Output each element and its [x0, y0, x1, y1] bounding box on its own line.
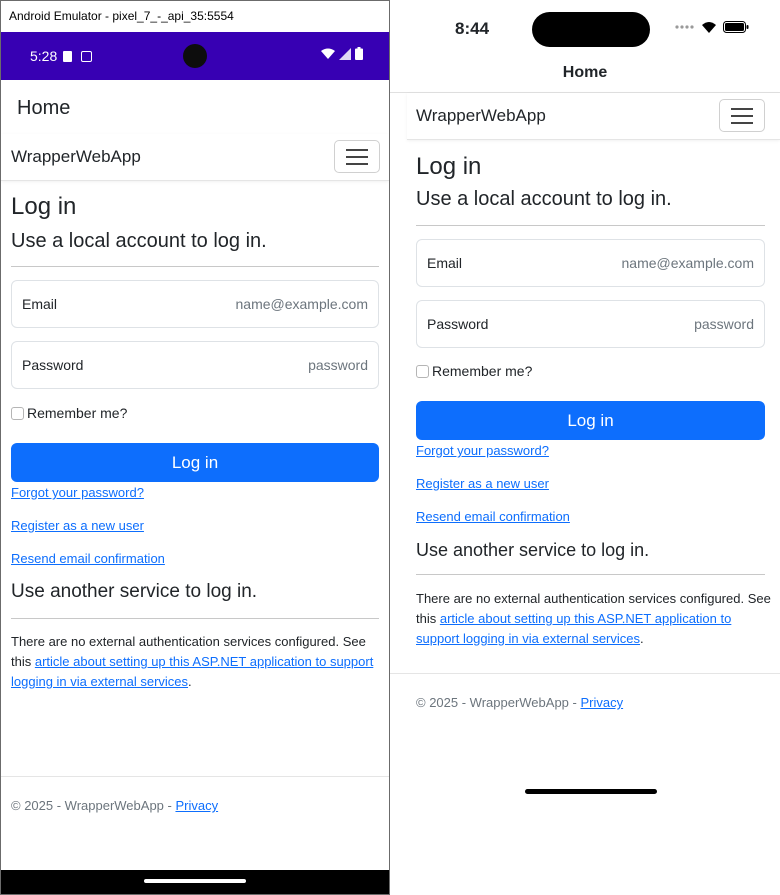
remember-me-checkbox[interactable]	[416, 364, 429, 378]
external-login-text: There are no external authentication ser…	[416, 589, 771, 649]
nav-title: Home	[562, 64, 608, 81]
web-navbar: WrapperWebApp	[407, 93, 780, 140]
signal-icon	[339, 47, 351, 60]
privacy-link[interactable]: Privacy	[175, 798, 218, 813]
page-title: Log in	[11, 193, 77, 220]
login-button[interactable]: Log in	[11, 443, 379, 482]
email-field[interactable]: Email name@example.com	[11, 280, 379, 328]
emulator-title-bar: Android Emulator - pixel_7_-_api_35:5554	[1, 1, 389, 32]
footer: © 2025 - WrapperWebApp - Privacy	[11, 798, 218, 813]
email-field[interactable]: Email name@example.com	[416, 239, 765, 287]
email-placeholder: name@example.com	[235, 296, 369, 312]
password-field[interactable]: Password password	[416, 300, 765, 348]
cellular-icon	[675, 25, 694, 29]
navbar-toggler-button[interactable]	[719, 99, 765, 132]
register-link[interactable]: Register as a new user	[416, 476, 549, 491]
web-navbar: WrapperWebApp	[1, 134, 389, 181]
navbar-toggler-button[interactable]	[334, 140, 380, 173]
email-label: Email	[427, 255, 463, 271]
ios-navigation-bar: Home	[390, 55, 780, 93]
battery-icon	[723, 21, 749, 33]
dynamic-island	[532, 12, 650, 47]
hamburger-icon-line	[731, 121, 753, 124]
password-label: Password	[22, 357, 84, 373]
gesture-handle[interactable]	[144, 879, 246, 883]
status-time: 8:44	[455, 19, 490, 38]
external-article-link[interactable]: article about setting up this ASP.NET ap…	[11, 654, 373, 689]
footer-divider	[390, 673, 780, 674]
page-title: Log in	[416, 153, 482, 180]
external-login-text: There are no external authentication ser…	[11, 632, 381, 692]
hamburger-icon-line	[731, 107, 753, 110]
external-login-heading: Use another service to log in.	[11, 581, 258, 602]
divider	[416, 574, 765, 575]
footer-divider	[1, 776, 389, 777]
external-login-heading: Use another service to log in.	[416, 540, 650, 560]
android-status-bar: 5:28	[1, 32, 389, 80]
ios-webview: WrapperWebApp Log in Use a local account…	[390, 93, 780, 710]
android-webview: WrapperWebApp Log in Use a local account…	[1, 134, 389, 813]
wifi-icon	[702, 22, 716, 33]
divider	[11, 618, 379, 619]
hamburger-icon-line	[731, 114, 753, 117]
home-indicator[interactable]	[525, 789, 657, 794]
android-navigation-bar	[1, 870, 389, 894]
android-emulator-window: Android Emulator - pixel_7_-_api_35:5554…	[0, 0, 390, 895]
footer-text: © 2025 - WrapperWebApp -	[416, 695, 577, 710]
external-text-end: .	[640, 631, 644, 646]
external-article-link[interactable]: article about setting up this ASP.NET ap…	[416, 611, 731, 646]
sim-card-icon	[63, 51, 72, 62]
status-icons	[675, 21, 749, 33]
external-text-end: .	[188, 674, 192, 689]
forgot-password-link[interactable]: Forgot your password?	[11, 485, 144, 500]
remember-me[interactable]: Remember me?	[416, 363, 532, 379]
divider	[416, 225, 765, 226]
notification-icon	[81, 51, 92, 62]
status-time: 5:28	[30, 48, 58, 64]
remember-me[interactable]: Remember me?	[11, 405, 127, 421]
remember-me-checkbox[interactable]	[11, 406, 24, 420]
wifi-icon	[321, 48, 335, 59]
front-camera-cutout	[183, 44, 207, 68]
resend-confirmation-link[interactable]: Resend email confirmation	[416, 509, 570, 524]
hamburger-icon-line	[346, 162, 368, 165]
password-placeholder: password	[694, 316, 754, 332]
register-link[interactable]: Register as a new user	[11, 518, 144, 533]
remember-me-label: Remember me?	[432, 363, 533, 379]
ios-status-bar: 8:44	[390, 0, 780, 55]
login-button[interactable]: Log in	[416, 401, 765, 440]
page-subtitle: Use a local account to log in.	[416, 188, 672, 210]
app-bar-title: Home	[17, 97, 71, 119]
android-app-bar: Home	[1, 80, 389, 134]
navbar-brand[interactable]: WrapperWebApp	[11, 147, 141, 167]
footer-text: © 2025 - WrapperWebApp -	[11, 798, 172, 813]
page-subtitle: Use a local account to log in.	[11, 230, 267, 252]
hamburger-icon-line	[346, 155, 368, 158]
divider	[11, 266, 379, 267]
hamburger-icon-line	[346, 148, 368, 151]
password-label: Password	[427, 316, 489, 332]
footer: © 2025 - WrapperWebApp - Privacy	[416, 695, 623, 710]
password-placeholder: password	[308, 357, 368, 373]
remember-me-label: Remember me?	[27, 405, 128, 421]
navbar-brand[interactable]: WrapperWebApp	[416, 106, 546, 126]
ios-simulator-window: 8:44 Home WrapperWebApp Log in Use a loc…	[390, 0, 780, 895]
forgot-password-link[interactable]: Forgot your password?	[416, 443, 549, 458]
password-field[interactable]: Password password	[11, 341, 379, 389]
email-label: Email	[22, 296, 58, 312]
resend-confirmation-link[interactable]: Resend email confirmation	[11, 551, 165, 566]
battery-icon	[355, 47, 363, 60]
status-icons	[321, 47, 363, 60]
privacy-link[interactable]: Privacy	[580, 695, 623, 710]
email-placeholder: name@example.com	[621, 255, 755, 271]
